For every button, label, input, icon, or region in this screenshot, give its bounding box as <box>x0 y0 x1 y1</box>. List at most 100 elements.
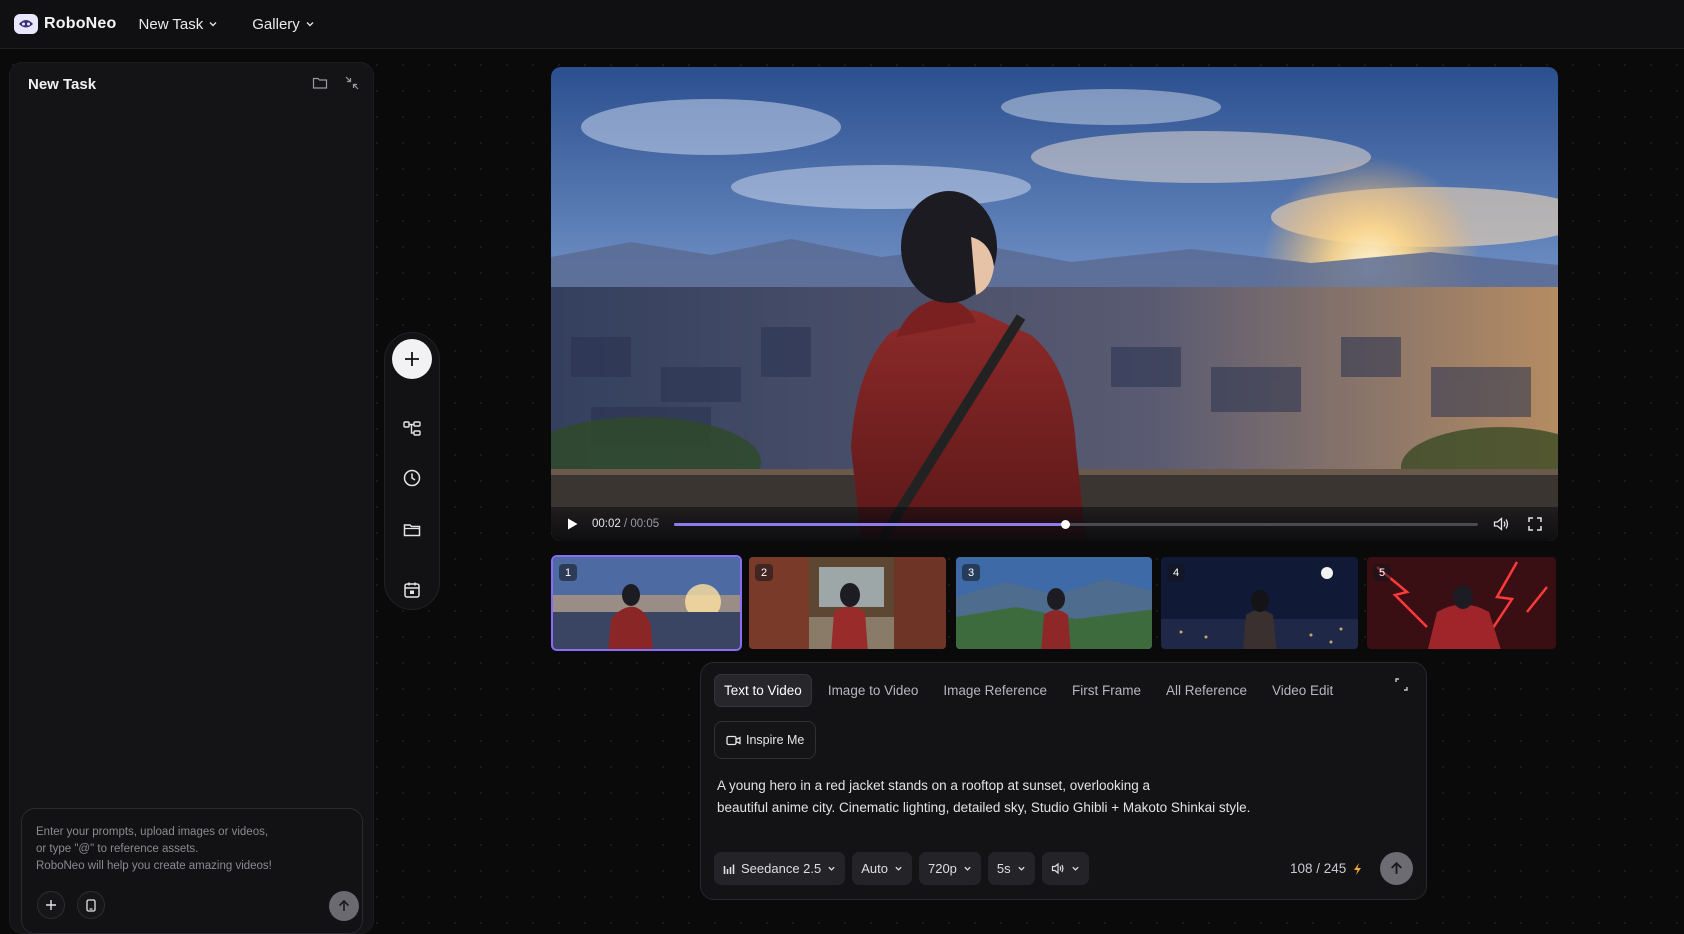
credits-value: 108 / 245 <box>1290 861 1347 876</box>
top-bar: RoboNeo New Task Gallery <box>0 0 1684 49</box>
thumbnail-image <box>749 557 946 649</box>
plus-icon <box>46 900 56 910</box>
chevron-down-icon <box>209 22 217 27</box>
new-task-menu-label: New Task <box>138 15 204 33</box>
collapse-icon[interactable] <box>344 75 362 93</box>
thumbnail-number: 1 <box>559 564 577 581</box>
video-player[interactable]: 00:02 / 00:05 <box>551 67 1558 541</box>
tab-all-reference[interactable]: All Reference <box>1157 674 1256 707</box>
tablet-icon <box>86 898 96 912</box>
history-icon[interactable] <box>402 468 422 488</box>
play-icon <box>568 518 578 530</box>
duration-select[interactable]: 5s <box>987 852 1035 885</box>
thumbnail-image <box>553 557 740 649</box>
chevron-down-icon <box>1017 866 1025 871</box>
thumbnail-3[interactable]: 3 <box>954 555 1154 651</box>
audio-select[interactable] <box>1041 852 1089 885</box>
chevron-down-icon <box>964 866 971 871</box>
arrow-up-icon <box>338 899 350 911</box>
thumbnail-number: 4 <box>1167 564 1185 581</box>
workflow-icon[interactable] <box>402 419 422 439</box>
add-button[interactable] <box>392 339 432 379</box>
folder-icon[interactable] <box>402 520 422 540</box>
thumbnail-number: 5 <box>1373 564 1391 581</box>
generation-options: Seedance 2.5 Auto 720p 5s <box>714 852 1096 885</box>
device-button[interactable] <box>77 891 105 919</box>
progress-fill <box>674 523 1065 526</box>
tab-text-to-video[interactable]: Text to Video <box>714 674 812 707</box>
ratio-value: Auto <box>861 861 888 876</box>
bar-chart-icon <box>723 864 735 874</box>
task-panel: New Task Enter your prompts, upload imag… <box>9 62 374 934</box>
thumbnail-5[interactable]: 5 <box>1365 555 1558 651</box>
expand-icon[interactable] <box>1395 678 1408 691</box>
thumbnail-image <box>956 557 1152 649</box>
volume-icon <box>1493 517 1509 531</box>
chevron-down-icon <box>895 866 902 871</box>
chat-send-button[interactable] <box>329 891 359 921</box>
chat-input-box[interactable]: Enter your prompts, upload images or vid… <box>21 808 363 934</box>
thumbnail-2[interactable]: 2 <box>747 555 948 651</box>
mode-tabs: Text to Video Image to Video Image Refer… <box>714 674 1349 707</box>
chat-placeholder-line: or type "@" to reference assets. <box>36 843 199 855</box>
duration: 00:05 <box>630 518 660 530</box>
speaker-icon <box>1051 862 1064 875</box>
tab-image-reference[interactable]: Image Reference <box>934 674 1056 707</box>
video-frame <box>551 67 1558 541</box>
generate-button[interactable] <box>1380 852 1413 885</box>
play-button[interactable] <box>565 517 579 531</box>
gallery-menu-label: Gallery <box>252 15 300 33</box>
duration-value: 5s <box>996 861 1011 876</box>
thumbnail-image <box>1367 557 1556 649</box>
progress-handle[interactable] <box>1060 520 1070 529</box>
chat-placeholder[interactable]: Enter your prompts, upload images or vid… <box>36 824 356 875</box>
volume-button[interactable] <box>1492 515 1510 533</box>
model-select[interactable]: Seedance 2.5 <box>714 852 846 885</box>
gallery-menu[interactable]: Gallery <box>252 16 315 33</box>
chat-placeholder-line: Enter your prompts, upload images or vid… <box>36 826 269 838</box>
app-name: RoboNeo <box>44 15 117 32</box>
new-task-menu[interactable]: New Task <box>139 16 219 33</box>
inspire-me-button[interactable]: Inspire Me <box>714 721 817 759</box>
prompt-line: beautiful anime city. Cinematic lighting… <box>717 800 1251 815</box>
progress-bar[interactable] <box>674 520 1478 529</box>
chevron-down-icon <box>1071 866 1079 871</box>
prompt-line: A young hero in a red jacket stands on a… <box>717 778 1151 793</box>
current-time: 00:02 <box>592 518 621 530</box>
chat-placeholder-line: RoboNeo will help you create amazing vid… <box>36 860 272 872</box>
model-value: Seedance 2.5 <box>741 861 822 876</box>
chevron-down-icon <box>306 22 314 27</box>
inspire-me-label: Inspire Me <box>746 733 805 747</box>
tool-rail <box>384 332 440 610</box>
tab-image-to-video[interactable]: Image to Video <box>819 674 928 707</box>
arrow-up-icon <box>1391 861 1402 874</box>
attach-button[interactable] <box>37 891 65 919</box>
player-controls: 00:02 / 00:05 <box>551 507 1558 541</box>
tab-first-frame[interactable]: First Frame <box>1063 674 1150 707</box>
thumbnail-4[interactable]: 4 <box>1159 555 1360 651</box>
video-camera-icon <box>726 735 741 745</box>
credits-counter: 108 / 245 <box>1290 861 1363 876</box>
resolution-value: 720p <box>927 861 957 876</box>
chevron-down-icon <box>828 866 835 871</box>
thumbnail-number: 3 <box>962 564 980 581</box>
fullscreen-icon <box>1528 517 1542 531</box>
fullscreen-button[interactable] <box>1527 516 1543 532</box>
calendar-icon[interactable] <box>402 580 422 600</box>
prompt-textarea[interactable]: A young hero in a red jacket stands on a… <box>717 775 1407 819</box>
thumbnail-image <box>1161 557 1358 649</box>
prompt-panel: Text to Video Image to Video Image Refer… <box>700 662 1427 900</box>
folder-icon[interactable] <box>312 75 330 93</box>
thumbnail-1[interactable]: 1 <box>551 555 742 651</box>
time-display: 00:02 / 00:05 <box>592 518 659 530</box>
plus-icon <box>405 352 419 366</box>
resolution-select[interactable]: 720p <box>918 852 981 885</box>
tab-video-edit[interactable]: Video Edit <box>1263 674 1342 707</box>
app-logo[interactable]: RoboNeo <box>14 14 117 34</box>
roboneo-logo-icon <box>14 14 38 34</box>
time-separator: / <box>623 518 628 530</box>
lightning-icon <box>1354 862 1362 875</box>
task-panel-title: New Task <box>28 76 97 93</box>
ratio-select[interactable]: Auto <box>852 852 912 885</box>
thumbnail-number: 2 <box>755 564 773 581</box>
